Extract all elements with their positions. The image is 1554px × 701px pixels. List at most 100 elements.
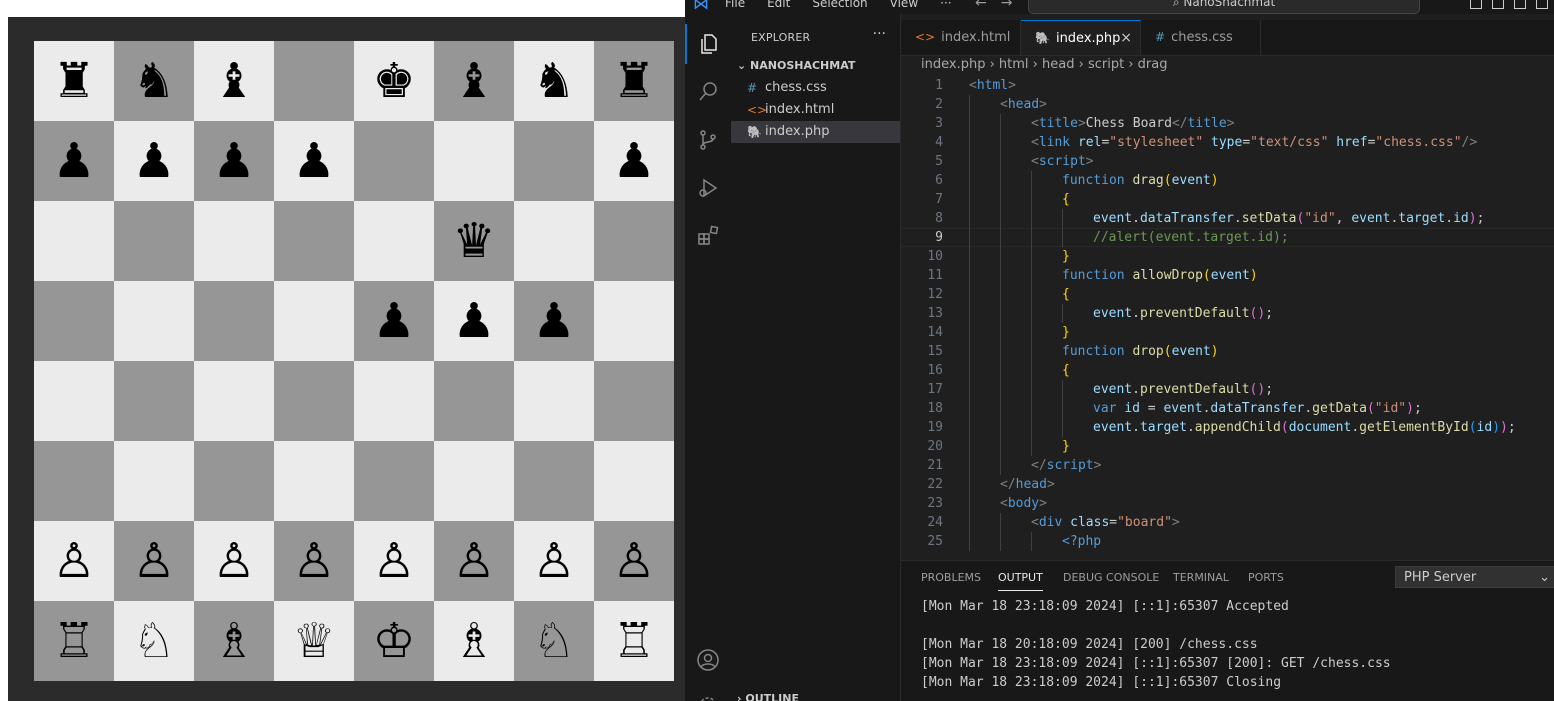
code-line[interactable]: 9 //alert(event.target.id); [901, 228, 1554, 247]
chess-piece[interactable]: ♙ [612, 537, 655, 585]
board-square[interactable] [354, 201, 434, 281]
code-line[interactable]: 19 event.target.appendChild(document.getE… [901, 418, 1554, 437]
board-square[interactable]: ♙ [194, 521, 274, 601]
board-square[interactable]: ♟ [274, 121, 354, 201]
board-square[interactable]: ♝ [434, 41, 514, 121]
chess-piece[interactable]: ♙ [52, 537, 95, 585]
board-square[interactable] [194, 361, 274, 441]
chess-piece[interactable]: ♙ [132, 537, 175, 585]
menu-item[interactable]: Selection [812, 0, 867, 10]
board-square[interactable] [594, 281, 674, 361]
chess-piece[interactable]: ♙ [452, 537, 495, 585]
board-square[interactable]: ♙ [594, 521, 674, 601]
panel-tab[interactable]: PORTS [1248, 571, 1284, 584]
chess-piece[interactable]: ♞ [532, 57, 575, 105]
breadcrumb-item[interactable]: html [999, 57, 1029, 72]
code-line[interactable]: 18 var id = event.dataTransfer.getData("i… [901, 399, 1554, 418]
board-square[interactable]: ♛ [434, 201, 514, 281]
board-square[interactable] [114, 441, 194, 521]
board-square[interactable]: ♝ [194, 41, 274, 121]
code-line[interactable]: 20} [901, 437, 1554, 456]
search-icon[interactable] [685, 72, 731, 112]
board-square[interactable] [274, 441, 354, 521]
chess-piece[interactable]: ♘ [132, 617, 175, 665]
board-square[interactable] [354, 361, 434, 441]
chess-piece[interactable]: ♗ [212, 617, 255, 665]
explorer-file[interactable]: # chess.css [731, 77, 900, 99]
board-square[interactable]: ♙ [274, 521, 354, 601]
back-arrow-icon[interactable]: ← [975, 0, 987, 11]
editor-tab[interactable]: 🐘 index.php × [1021, 20, 1141, 55]
chess-piece[interactable]: ♟ [52, 137, 95, 185]
board-square[interactable] [514, 121, 594, 201]
board-square[interactable] [274, 281, 354, 361]
outline-section[interactable]: › OUTLINE [737, 692, 799, 701]
code-line[interactable]: 23 <body> [901, 494, 1554, 513]
code-line[interactable]: 11 function allowDrop(event) [901, 266, 1554, 285]
board-square[interactable] [274, 41, 354, 121]
customize-layout-icon[interactable] [1536, 0, 1548, 9]
board-square[interactable] [194, 201, 274, 281]
board-square[interactable]: ♟ [514, 281, 594, 361]
chess-piece[interactable]: ♟ [132, 137, 175, 185]
board-square[interactable] [514, 201, 594, 281]
chess-piece[interactable]: ♟ [292, 137, 335, 185]
menu-item[interactable]: File [725, 0, 745, 10]
chess-piece[interactable]: ♟ [532, 297, 575, 345]
board-square[interactable] [354, 441, 434, 521]
code-line[interactable]: 24 <div class="board"> [901, 513, 1554, 532]
chess-piece[interactable]: ♚ [372, 57, 415, 105]
code-line[interactable]: 21 </script> [901, 456, 1554, 475]
code-line[interactable]: 15 function drop(event) [901, 342, 1554, 361]
panel-tab[interactable]: OUTPUT [998, 571, 1043, 591]
board-square[interactable]: ♙ [514, 521, 594, 601]
board-square[interactable] [274, 361, 354, 441]
editor-tab[interactable]: # chess.css [1141, 20, 1261, 55]
code-line[interactable]: 13 event.preventDefault(); [901, 304, 1554, 323]
toggle-sidebar-icon[interactable] [1470, 0, 1482, 9]
account-icon[interactable] [685, 640, 731, 680]
toggle-secondary-sidebar-icon[interactable] [1514, 0, 1526, 9]
code-line[interactable]: 25 <?php [901, 532, 1554, 551]
board-square[interactable] [594, 441, 674, 521]
chess-piece[interactable]: ♙ [372, 537, 415, 585]
source-control-icon[interactable] [685, 120, 731, 160]
board-square[interactable] [34, 361, 114, 441]
chess-piece[interactable]: ♗ [452, 617, 495, 665]
board-square[interactable]: ♟ [434, 281, 514, 361]
panel-tab[interactable]: TERMINAL [1173, 571, 1229, 584]
board-square[interactable]: ♚ [354, 41, 434, 121]
board-square[interactable] [194, 441, 274, 521]
code-line[interactable]: 22 </head> [901, 475, 1554, 494]
menu-item[interactable]: Edit [767, 0, 790, 10]
board-square[interactable]: ♖ [34, 601, 114, 681]
breadcrumb-item[interactable]: script [1088, 57, 1124, 72]
board-square[interactable] [434, 121, 514, 201]
run-debug-icon[interactable] [685, 168, 731, 208]
chess-piece[interactable]: ♝ [212, 57, 255, 105]
board-square[interactable] [514, 361, 594, 441]
chess-piece[interactable]: ♝ [452, 57, 495, 105]
chess-piece[interactable]: ♟ [372, 297, 415, 345]
board-square[interactable]: ♜ [594, 41, 674, 121]
board-square[interactable] [114, 361, 194, 441]
code-line[interactable]: 8 event.dataTransfer.setData("id", event.… [901, 209, 1554, 228]
explorer-file[interactable]: 🐘 index.php [731, 121, 900, 143]
code-line[interactable]: 17 event.preventDefault(); [901, 380, 1554, 399]
chess-piece[interactable]: ♟ [212, 137, 255, 185]
forward-arrow-icon[interactable]: → [1001, 0, 1013, 11]
extensions-icon[interactable] [685, 216, 731, 256]
board-square[interactable]: ♖ [594, 601, 674, 681]
board-square[interactable] [594, 361, 674, 441]
chess-piece[interactable]: ♘ [532, 617, 575, 665]
breadcrumb-item[interactable]: index.php [921, 57, 985, 72]
chess-piece[interactable]: ♜ [612, 57, 655, 105]
board-square[interactable]: ♟ [354, 281, 434, 361]
board-square[interactable]: ♕ [274, 601, 354, 681]
board-square[interactable]: ♟ [114, 121, 194, 201]
chess-piece[interactable]: ♞ [132, 57, 175, 105]
chess-piece[interactable]: ♜ [52, 57, 95, 105]
board-square[interactable]: ♘ [114, 601, 194, 681]
board-square[interactable] [194, 281, 274, 361]
board-square[interactable] [514, 441, 594, 521]
